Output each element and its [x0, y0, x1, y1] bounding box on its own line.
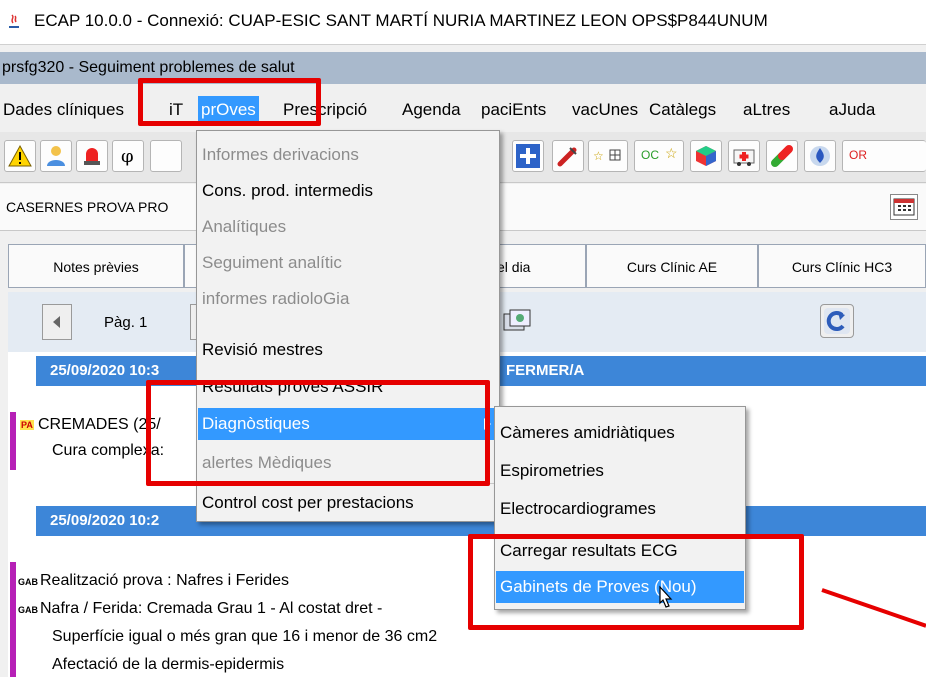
- menu-item-informes-radiologia[interactable]: informes radioloGia: [198, 283, 498, 315]
- submenu-item-cameres-amidriatiques[interactable]: Càmeres amidriàtiques: [496, 417, 744, 449]
- annotation-box-proves-menu: [138, 78, 321, 126]
- allergy-button[interactable]: φ: [112, 140, 144, 172]
- menu-item-cons-prod-intermedis[interactable]: Cons. prod. intermedis: [198, 175, 498, 207]
- note-header-2-date: 25/09/2020 10:2: [50, 512, 160, 529]
- menu-pacients[interactable]: paciEnts: [478, 96, 549, 124]
- gab-line-3: Superfície igual o més gran que 16 i men…: [52, 628, 438, 645]
- menu-item-control-cost-prestacions[interactable]: Control cost per prestacions: [198, 487, 498, 519]
- menu-dades-cliniques[interactable]: Dades clíniques: [0, 96, 127, 124]
- pill-icon: [771, 145, 793, 167]
- menu-vacunes[interactable]: vacUnes: [569, 96, 641, 124]
- calendar-icon: [893, 198, 915, 216]
- gab-line-2: Nafra / Ferida: Cremada Grau 1 - Al cost…: [40, 600, 383, 617]
- tab-notes-previes[interactable]: Notes prèvies: [8, 244, 184, 288]
- menu-item-revisio-mestres[interactable]: Revisió mestres: [198, 334, 498, 366]
- print-preview-button[interactable]: [500, 304, 540, 340]
- gab-line-1: Realització prova : Nafres i Ferides: [40, 572, 289, 589]
- gab-line-4: Afectació de la dermis-epidermis: [52, 656, 285, 673]
- cube-button[interactable]: [690, 140, 722, 172]
- warning-button[interactable]: [4, 140, 36, 172]
- patient-button[interactable]: [40, 140, 72, 172]
- drop-button[interactable]: [804, 140, 836, 172]
- gab-badge-2: GAB: [18, 605, 38, 615]
- oc-button[interactable]: OC ☆: [634, 140, 684, 172]
- blue-drop-icon: [810, 146, 830, 166]
- menu-item-analitiques[interactable]: Analítiques: [198, 211, 498, 243]
- star-icon: ☆: [665, 145, 678, 161]
- siren-icon: [84, 148, 100, 165]
- svg-text:☆: ☆: [593, 149, 604, 163]
- menu-agenda[interactable]: Agenda: [399, 96, 464, 124]
- svg-text:φ: φ: [121, 146, 134, 167]
- test-tube-icon: [557, 147, 577, 167]
- print-preview-icon: [503, 309, 531, 331]
- prev-arrow-icon: [53, 316, 60, 328]
- prev-page-button[interactable]: [42, 304, 72, 340]
- phi-icon: φ: [121, 146, 134, 167]
- annotation-box-diagnostiques: [146, 380, 490, 486]
- ambulance-button[interactable]: [728, 140, 760, 172]
- star-grid-icon: ☆: [593, 149, 621, 163]
- gab-badge-1: GAB: [18, 577, 38, 587]
- pa-badge: PA: [20, 420, 34, 430]
- ambulance-icon: [733, 149, 755, 166]
- add-button[interactable]: [512, 140, 544, 172]
- location-label: CASERNES PROVA PRO: [6, 199, 169, 215]
- refresh-icon: [824, 308, 850, 334]
- menu-item-seguiment-analitic[interactable]: Seguiment analític: [198, 247, 498, 279]
- test-tube-button[interactable]: [552, 140, 584, 172]
- or-label: OR: [849, 148, 867, 162]
- warning-icon: [8, 144, 32, 167]
- page-label: Pàg. 1: [104, 314, 148, 331]
- note-marker-1: [10, 412, 16, 470]
- pill-button[interactable]: [766, 140, 798, 172]
- colored-cube-icon: [696, 146, 716, 166]
- menu-catalegs[interactable]: Catàlegs: [646, 96, 719, 124]
- star-grid-button[interactable]: ☆: [588, 140, 628, 172]
- submenu-item-espirometries[interactable]: Espirometries: [496, 455, 744, 487]
- note-header-1-role: FERMER/A: [506, 362, 585, 379]
- alarm-button[interactable]: [76, 140, 108, 172]
- note-header-1-date: 25/09/2020 10:3: [50, 362, 160, 379]
- window-titlebar: ECAP 10.0.0 - Connexió: CUAP-ESIC SANT M…: [0, 0, 926, 45]
- oc-label: OC: [641, 148, 659, 162]
- tab-curs-clinic-ae[interactable]: Curs Clínic AE: [586, 244, 758, 288]
- annotation-box-gabinets: [468, 534, 804, 630]
- refresh-button[interactable]: [820, 304, 854, 338]
- note-line-1: CREMADES (25/: [38, 416, 161, 433]
- or-button[interactable]: OR: [842, 140, 926, 172]
- menu-item-informes-derivacions[interactable]: Informes derivacions: [198, 139, 498, 171]
- java-app-icon: [9, 14, 19, 28]
- note-marker-2: [10, 562, 16, 677]
- plus-icon: [516, 144, 540, 168]
- menu-altres[interactable]: aLtres: [740, 96, 793, 124]
- window-title: ECAP 10.0.0 - Connexió: CUAP-ESIC SANT M…: [34, 11, 768, 30]
- menu-ajuda[interactable]: aJuda: [826, 96, 878, 124]
- calendar-button[interactable]: [890, 194, 918, 220]
- partial-toolbar-button[interactable]: [150, 140, 182, 172]
- person-icon: [47, 146, 65, 166]
- form-title: prsfg320 - Seguiment problemes de salut: [2, 59, 295, 76]
- tab-curs-clinic-hc3[interactable]: Curs Clínic HC3: [758, 244, 926, 288]
- submenu-item-electrocardiogrames[interactable]: Electrocardiogrames: [496, 493, 744, 525]
